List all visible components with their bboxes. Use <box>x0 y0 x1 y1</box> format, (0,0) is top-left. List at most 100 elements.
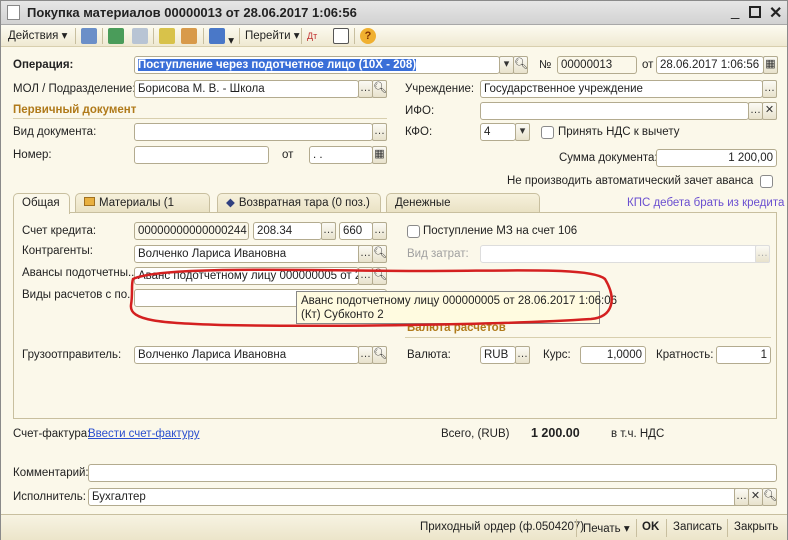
print-menu[interactable]: Печать ▾ <box>583 521 630 535</box>
kfo-label: КФО: <box>405 126 433 138</box>
credit-account-number[interactable]: 208.34 <box>253 222 322 240</box>
ifo-field[interactable] <box>480 102 749 120</box>
dropdown-button[interactable]: ▾ <box>515 123 530 141</box>
doc-date-label: от <box>282 149 294 161</box>
credit-account-kosgu[interactable]: 660 <box>339 222 373 240</box>
select-button[interactable]: … <box>748 102 763 120</box>
close-button[interactable]: Закрыть <box>734 521 778 533</box>
vat-checkbox[interactable] <box>541 126 554 139</box>
search-icon[interactable]: 🔍︎ <box>762 488 777 506</box>
separator <box>239 28 240 44</box>
search-icon[interactable]: 🔍︎ <box>372 346 387 364</box>
number-field[interactable]: 00000013 <box>557 56 637 74</box>
window-title: Покупка материалов 00000013 от 28.06.201… <box>27 5 357 20</box>
mz106-checkbox[interactable] <box>407 225 420 238</box>
institution-label: Учреждение: <box>405 83 475 95</box>
total-label: Всего, (RUB) <box>441 428 510 440</box>
no-auto-offset-checkbox[interactable] <box>760 175 773 188</box>
refresh-icon[interactable] <box>108 28 124 44</box>
doc-number-label: Номер: <box>13 149 52 161</box>
separator <box>636 519 637 537</box>
currency-field[interactable]: RUB <box>480 346 516 364</box>
enter-invoice-link[interactable]: Ввести счет-фактуру <box>88 425 199 443</box>
select-button[interactable]: … <box>372 222 387 240</box>
total-value: 1 200.00 <box>531 426 580 440</box>
tab-materials[interactable]: Материалы (1 поз.) <box>75 193 210 227</box>
executor-field[interactable]: Бухгалтер <box>88 488 749 506</box>
calendar-icon[interactable]: ▦ <box>763 56 778 74</box>
calendar-icon[interactable]: ▦ <box>372 146 387 164</box>
comment-label: Комментарий: <box>13 467 89 479</box>
tab-monetary-obligations[interactable]: Денежные обязательства <box>386 193 540 227</box>
maximize-icon[interactable] <box>749 6 761 18</box>
select-button[interactable]: … <box>321 222 336 240</box>
separator <box>354 28 355 44</box>
shipper-label: Грузоотправитель: <box>22 349 122 361</box>
institution-field[interactable]: Государственное учреждение <box>480 80 763 98</box>
rate-field[interactable]: 1,0000 <box>580 346 646 364</box>
clear-icon[interactable]: ✕ <box>748 488 763 506</box>
kps-link[interactable]: КПС дебета брать из кредита <box>627 194 784 212</box>
tab-general[interactable]: Общая <box>13 193 70 214</box>
search-icon[interactable]: 🔍︎ <box>513 56 528 74</box>
receipt-order-button[interactable]: Приходный ордер (ф.0504207) <box>420 521 584 533</box>
tab-label: Общая <box>22 197 60 209</box>
bottom-bar: Приходный ордер (ф.0504207) Печать ▾ OK … <box>1 514 787 540</box>
primary-doc-section: Первичный документ <box>13 104 137 116</box>
settlement-types-label: Виды расчетов с по... <box>22 289 137 301</box>
credit-account-code[interactable]: 00000000000000244 <box>134 222 249 240</box>
actions-menu[interactable]: Действия ▾ <box>8 28 67 44</box>
doc-number-field[interactable] <box>134 146 269 164</box>
shipper-field[interactable]: Волченко Лариса Ивановна <box>134 346 359 364</box>
separator <box>102 28 103 44</box>
sum-field[interactable]: 1 200,00 <box>656 149 777 167</box>
operation-select[interactable]: Поступление через подотчетное лицо (10Х … <box>134 56 500 74</box>
select-button[interactable]: … <box>372 123 387 141</box>
clear-icon[interactable]: ✕ <box>762 102 777 120</box>
close-window-icon[interactable]: ✕ <box>769 3 782 23</box>
operation-value: Поступление через подотчетное лицо (10Х … <box>138 59 417 71</box>
doc-type-label: Вид документа: <box>13 126 97 138</box>
ifo-label: ИФО: <box>405 105 435 117</box>
no-auto-offset-label: Не производить автоматический зачет аван… <box>507 175 754 187</box>
select-button[interactable]: … <box>358 80 373 98</box>
minimize-icon[interactable]: _ <box>731 3 739 20</box>
mz106-label: Поступление МЗ на счет 106 <box>423 225 578 237</box>
post-and-close-icon[interactable] <box>81 28 97 44</box>
separator <box>203 28 204 44</box>
separator <box>301 28 302 44</box>
doc-date-field[interactable]: . . <box>309 146 373 164</box>
copy-icon[interactable] <box>132 28 148 44</box>
search-icon[interactable]: 🔍︎ <box>372 80 387 98</box>
ok-button[interactable]: OK <box>642 521 659 533</box>
date-field[interactable]: 28.06.2017 1:06:56 <box>656 56 764 74</box>
divider <box>405 337 771 338</box>
sum-label: Сумма документа: <box>559 152 658 164</box>
document-window: Покупка материалов 00000013 от 28.06.201… <box>0 0 788 540</box>
select-button[interactable]: … <box>515 346 530 364</box>
doc-type-field[interactable] <box>134 123 373 141</box>
multiplicity-field[interactable]: 1 <box>716 346 771 364</box>
select-button[interactable]: … <box>358 346 373 364</box>
create-based-on-icon[interactable] <box>209 28 225 44</box>
help-icon[interactable]: ? <box>360 28 376 44</box>
report-icon[interactable] <box>333 28 349 44</box>
separator <box>576 519 577 537</box>
select-button[interactable]: … <box>734 488 749 506</box>
post-icon[interactable] <box>159 28 175 44</box>
kfo-select[interactable]: 4 <box>480 123 516 141</box>
print-label: Печать <box>583 523 621 535</box>
executor-label: Исполнитель: <box>13 491 86 503</box>
select-button[interactable]: … <box>755 245 770 263</box>
rate-label: Курс: <box>543 349 571 361</box>
tab-returnable-containers[interactable]: ◆ Возвратная тара (0 поз.) <box>217 193 381 213</box>
select-button[interactable]: … <box>762 80 777 98</box>
save-button[interactable]: Записать <box>673 521 722 533</box>
comment-field[interactable] <box>88 464 777 482</box>
mol-field[interactable]: Борисова М. В. - Школа <box>134 80 359 98</box>
dt-kt-icon[interactable]: Дт <box>307 28 317 44</box>
divider <box>13 118 387 119</box>
unpost-icon[interactable] <box>181 28 197 44</box>
goto-menu[interactable]: Перейти ▾ <box>245 28 300 44</box>
dropdown-button[interactable]: ▾ <box>499 56 514 74</box>
